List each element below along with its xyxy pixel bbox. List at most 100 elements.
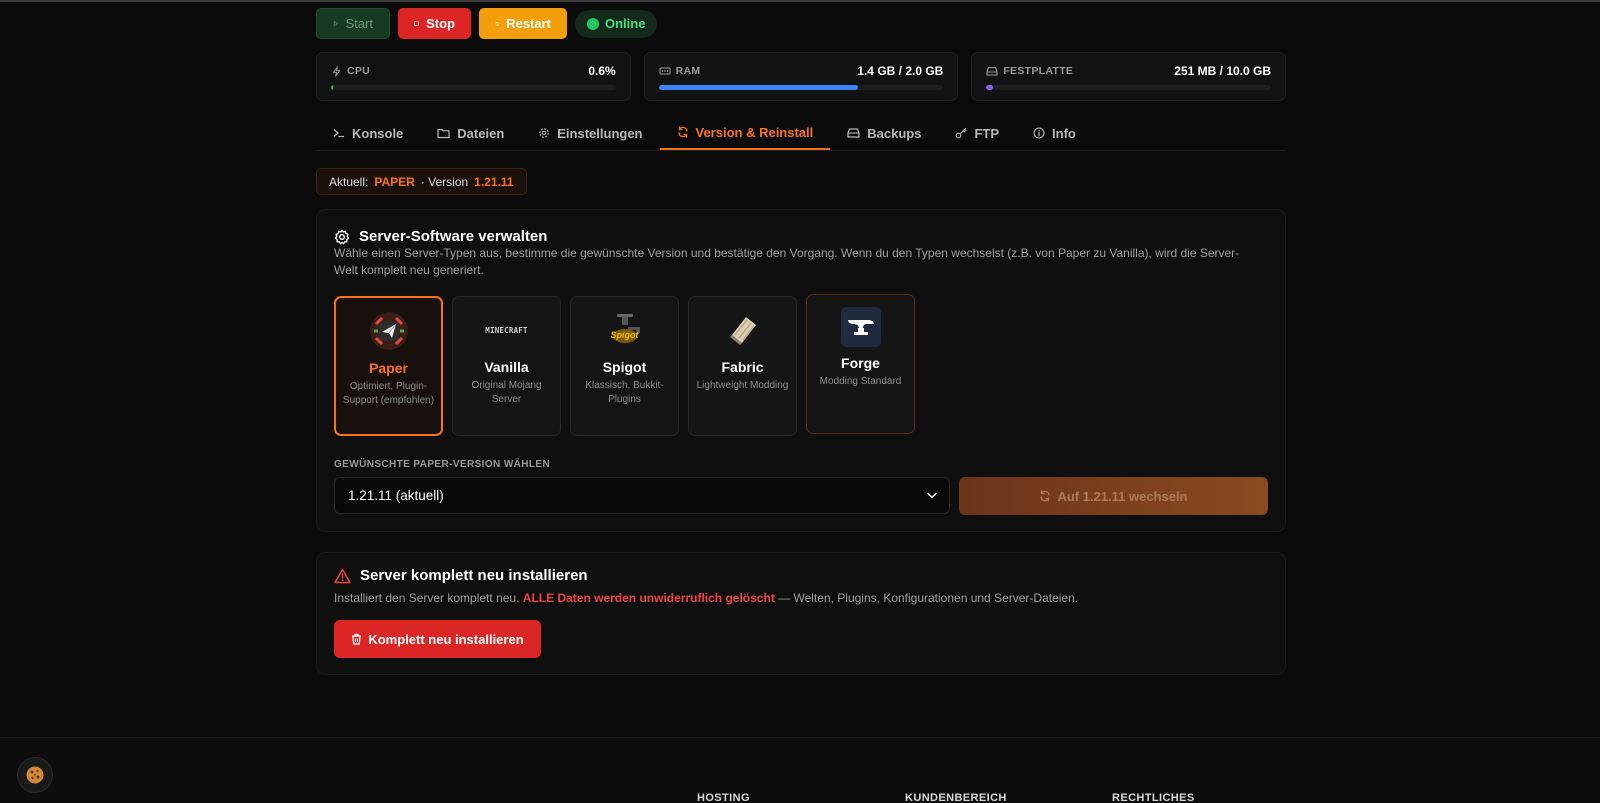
stat-cpu-label: CPU [347, 65, 371, 77]
reinstall-title: Server komplett neu installieren [360, 567, 588, 584]
play-icon [333, 21, 338, 26]
version-select-value: 1.21.11 (aktuell) [348, 488, 444, 503]
warning-icon [334, 568, 351, 583]
tab-dateien[interactable]: Dateien [420, 116, 521, 150]
forge-anvil-icon [840, 307, 881, 347]
start-label: Start [345, 16, 373, 31]
reinstall-button[interactable]: Komplett neu installieren [334, 620, 541, 658]
reinstall-button-label: Komplett neu installieren [368, 631, 524, 647]
chevron-down-icon [927, 492, 937, 499]
stat-disk-label-wrap: FESTPLATTE [986, 65, 1073, 77]
card-paper[interactable]: Paper Optimiert, Plugin-Support (empfohl… [334, 296, 443, 436]
version-field-label: GEWÜNSCHTE PAPER-VERSION WÄHLEN [334, 459, 551, 470]
tab-label: Konsole [352, 125, 404, 141]
cookie-button[interactable] [17, 757, 53, 793]
status-badge: Online [575, 9, 658, 38]
reinstall-description: Installiert den Server komplett neu. ALL… [334, 590, 1254, 607]
footer-heading-rechtliches: RECHTLICHES [1112, 792, 1195, 803]
tab-backups[interactable]: Backups [830, 116, 938, 150]
version-select[interactable]: 1.21.11 (aktuell) [334, 477, 950, 514]
current-version: 1.21.11 [474, 174, 514, 189]
stat-ram-label-wrap: RAM [659, 65, 701, 77]
tab-konsole[interactable]: Konsole [316, 116, 420, 150]
reinstall-desc-danger: ALLE Daten werden unwiderruflich gelösch… [522, 591, 775, 605]
refresh-icon [1040, 490, 1051, 502]
restart-label: Restart [506, 16, 551, 31]
current-type: PAPER [374, 174, 415, 189]
ram-bar-fill [658, 85, 858, 90]
minecraft-logo-icon: MINECRAFT [485, 309, 528, 351]
stat-cpu: CPU 0.6% [316, 52, 631, 101]
stop-icon [414, 21, 419, 26]
card-fabric[interactable]: Fabric Lightweight Modding [688, 296, 797, 436]
terminal-icon [333, 129, 345, 138]
stat-disk-label: FESTPLATTE [1003, 65, 1074, 77]
card-name: Paper [369, 360, 408, 376]
cpu-bar [331, 85, 616, 90]
stat-ram-label: RAM [675, 65, 701, 77]
refresh-icon [495, 21, 499, 26]
stat-ram: RAM 1.4 GB / 2.0 GB [643, 52, 959, 101]
tab-version-reinstall[interactable]: Version & Reinstall [659, 116, 831, 150]
server-controls: Start Stop Restart Online [316, 8, 658, 39]
card-name: Spigot [602, 359, 647, 375]
switch-version-label: Auf 1.21.11 wechseln [1057, 488, 1188, 504]
start-button[interactable]: Start [316, 8, 390, 39]
gear-icon [334, 229, 350, 244]
restart-button[interactable]: Restart [479, 8, 567, 39]
card-vanilla[interactable]: MINECRAFT Vanilla Original Mojang Server [452, 296, 561, 436]
current-version-badge: Aktuell: PAPER · Version 1.21.11 [316, 168, 527, 195]
software-title: Server-Software verwalten [359, 228, 548, 245]
disk-bar-fill [986, 85, 994, 90]
info-icon [1033, 127, 1045, 139]
key-icon [956, 127, 968, 139]
switch-version-button[interactable]: Auf 1.21.11 wechseln [959, 477, 1268, 515]
reinstall-panel: Server komplett neu installieren Install… [316, 552, 1286, 675]
reinstall-desc-after: — Welten, Plugins, Konfigurationen und S… [778, 591, 1079, 605]
tab-info[interactable]: Info [1016, 116, 1093, 150]
cpu-bar-fill [331, 85, 334, 90]
software-panel: Server-Software verwalten Wähle einen Se… [316, 209, 1286, 532]
stat-disk: FESTPLATTE 251 MB / 10.0 GB [971, 52, 1287, 101]
tab-label: Dateien [457, 125, 505, 141]
spigot-logo-icon: Spigot [604, 309, 646, 351]
card-spigot[interactable]: Spigot Spigot Klassisch, Bukkit-Plugins [570, 296, 679, 436]
tab-label: Backups [867, 125, 922, 141]
trash-icon [352, 633, 362, 645]
stop-label: Stop [426, 16, 455, 31]
software-description: Wähle einen Server-Typen aus, bestimme d… [334, 246, 1240, 277]
tab-label: Version & Reinstall [695, 124, 814, 140]
stop-button[interactable]: Stop [398, 8, 471, 39]
tab-bar: Konsole Dateien Einstellungen Version & … [316, 116, 1286, 151]
reinstall-title-row: Server komplett neu installieren [334, 567, 588, 584]
current-version-prefix: · Version [420, 174, 469, 189]
card-forge[interactable]: Forge Modding Standard [806, 294, 915, 434]
fabric-logo-icon [722, 309, 764, 351]
spigot-logo-text: Spigot [610, 330, 639, 340]
stat-cpu-label-wrap: CPU [331, 65, 370, 77]
resource-stats: CPU 0.6% RAM 1.4 GB / 2.0 GB FESTPLATTE [316, 52, 1287, 101]
refresh-icon [677, 126, 688, 138]
stat-ram-value: 1.4 GB / 2.0 GB [857, 64, 944, 78]
folder-icon [437, 128, 450, 139]
cookie-icon [26, 766, 44, 784]
card-name: Fabric [721, 359, 764, 375]
card-name: Forge [841, 355, 880, 371]
tab-einstellungen[interactable]: Einstellungen [521, 116, 659, 150]
tab-label: FTP [974, 125, 1000, 141]
software-title-row: Server-Software verwalten [334, 228, 547, 245]
stat-disk-value: 251 MB / 10.0 GB [1174, 64, 1272, 78]
stat-cpu-value: 0.6% [588, 64, 616, 78]
tab-ftp[interactable]: FTP [938, 116, 1016, 150]
card-subtitle: Modding Standard [819, 376, 902, 387]
server-type-cards: Paper Optimiert, Plugin-Support (empfohl… [334, 294, 915, 436]
disk-bar [986, 85, 1272, 90]
status-label: Online [605, 16, 646, 31]
current-prefix: Aktuell: [329, 174, 369, 189]
card-subtitle: Optimiert, Plugin-Support (empfohlen) [342, 381, 435, 406]
status-dot-icon [587, 17, 599, 30]
tab-label: Einstellungen [557, 125, 643, 141]
card-subtitle: Klassisch, Bukkit-Plugins [585, 380, 664, 405]
vanilla-logo-text: MINECRAFT [485, 325, 528, 335]
memory-icon [659, 67, 671, 75]
